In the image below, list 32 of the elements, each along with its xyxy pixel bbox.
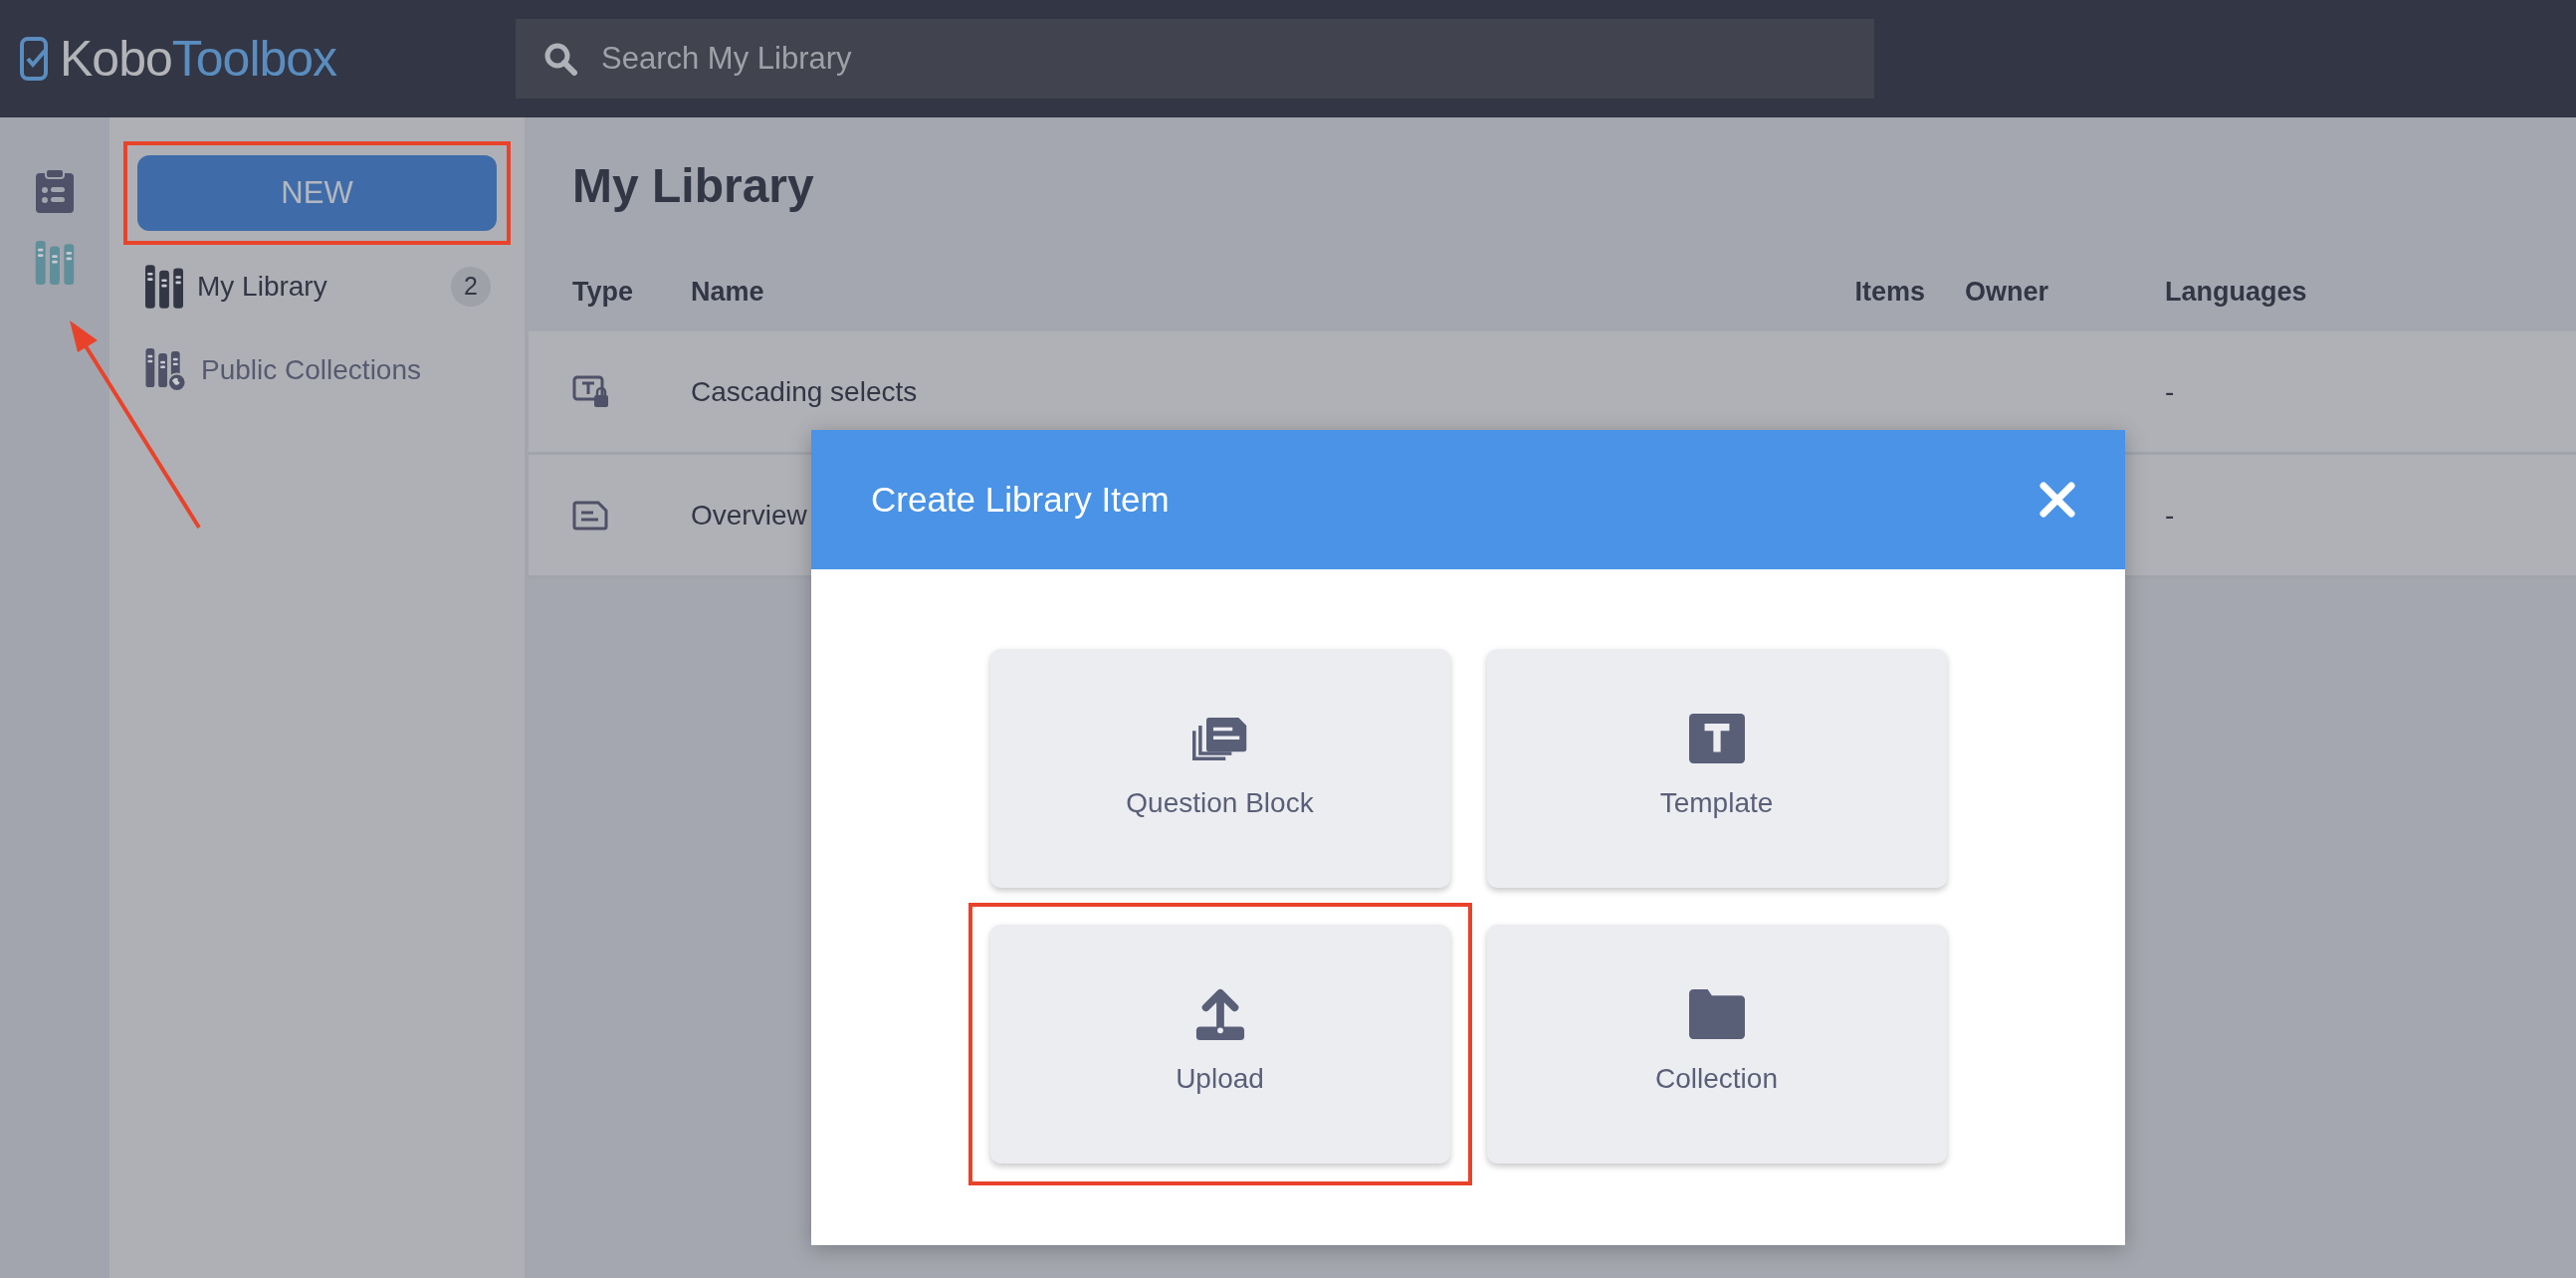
count-badge: 2 xyxy=(451,267,491,307)
column-header: Name xyxy=(691,275,765,309)
column-header: Items xyxy=(1853,275,1925,309)
item-name: Overview xyxy=(691,499,807,531)
option-card[interactable]: Question Block xyxy=(989,649,1450,888)
option-card[interactable]: Upload xyxy=(989,925,1450,1164)
folder-icon xyxy=(1688,988,1745,1040)
languages-value: - xyxy=(2165,375,2175,407)
search-field[interactable]: Search My Library xyxy=(516,19,1874,99)
search-field[interactable]: Search My Library xyxy=(599,34,1846,84)
column-header: Owner xyxy=(1964,275,2050,309)
books-icon xyxy=(145,265,183,309)
template-lock-icon xyxy=(572,374,610,409)
logo-text: KoboToolbox xyxy=(60,29,337,89)
option-card[interactable]: Template xyxy=(1486,649,1947,888)
document-icon xyxy=(572,500,608,531)
item-name: Cascading selects xyxy=(691,375,918,407)
dialog-title: Create Library Item xyxy=(871,478,1170,521)
books-globe-icon xyxy=(145,348,187,392)
rail-clipboard-icon[interactable] xyxy=(36,169,74,213)
sidebar-item[interactable]: My Library 2 xyxy=(137,245,497,328)
sidebar-item[interactable]: Public Collections xyxy=(137,328,497,412)
column-header: Type xyxy=(571,275,634,309)
page-title: My Library xyxy=(571,158,815,214)
search-icon xyxy=(543,42,577,76)
close-button[interactable] xyxy=(2039,482,2075,518)
letter-tile-icon xyxy=(1688,713,1745,764)
column-header: Languages xyxy=(2165,275,2308,309)
option-card[interactable]: Collection xyxy=(1486,925,1947,1164)
languages-value: - xyxy=(2165,499,2175,531)
rail-books-icon[interactable] xyxy=(35,241,75,285)
logo-icon xyxy=(20,37,50,81)
